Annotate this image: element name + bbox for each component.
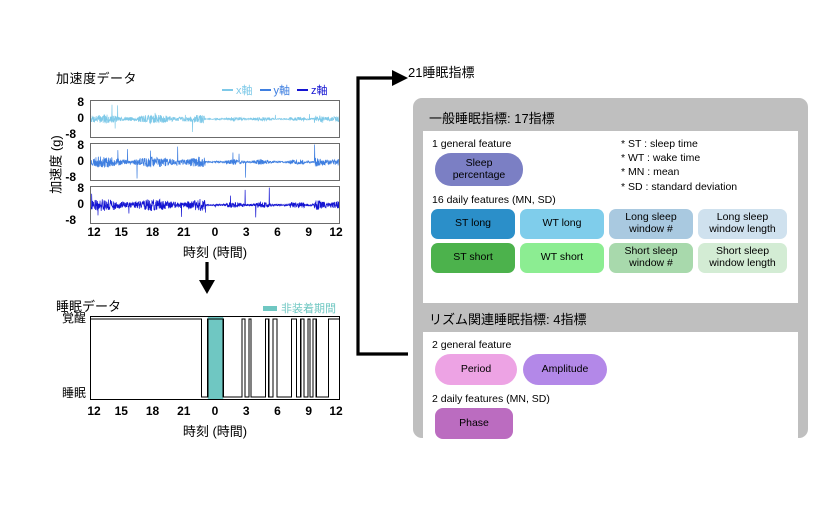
x-tick-15-1: 15 [114,225,128,239]
acceleration-chart-title: 加速度データ [56,71,138,86]
rhythm-daily-features: Phase [435,408,790,439]
x-tick-3-5: 3 [242,404,250,418]
pill-period[interactable]: Period [435,354,517,385]
legend-dash-nonwear [263,305,277,311]
abbreviation-legend: * ST : sleep time * WT : wake time * MN … [621,137,737,194]
sleep-ytick-asleep: 睡眠 [61,386,86,400]
x-tick-3-5: 3 [242,225,250,239]
sleep-plot [90,316,340,400]
down-arrow-icon [196,262,218,301]
pill-long-sleep-window-length[interactable]: Long sleep window length [698,209,787,239]
x-tick-12-0: 12 [87,225,101,239]
accel-y-ytick-mid: 0 [77,154,84,168]
x-tick-18-2: 18 [145,225,160,239]
pill-st-long[interactable]: ST long [431,209,515,239]
accel-z-ytick-bottom: -8 [65,213,76,227]
general-section-heading: 一般睡眠指標: 17指標 [429,111,555,126]
x-tick-12-8: 12 [329,404,343,418]
x-tick-6-6: 6 [274,404,281,418]
indicators-panel: 一般睡眠指標: 17指標 1 general feature Sleep per… [413,98,808,454]
indicators-title: 21睡眠指標 [408,65,475,80]
acceleration-legend: x軸 y軸 z軸 [222,82,328,98]
pill-short-sleep-window-count[interactable]: Short sleep window # [609,243,693,273]
x-tick-9-7: 9 [305,225,313,239]
rhythm-general-feature-label: 2 general feature [432,339,512,351]
legend-label-z-axis: z軸 [311,85,328,97]
abbrev-wt: * WT : wake time [621,152,701,165]
x-tick-9-7: 9 [305,404,313,418]
legend-label-x-axis: x軸 [236,85,253,97]
general-section-body: 1 general feature Sleep percentage * ST … [423,131,798,303]
acceleration-plot-z-axis [90,186,340,224]
pill-phase[interactable]: Phase [435,408,513,439]
x-tick-18-2: 18 [145,404,160,418]
acceleration-x-axis-label: 時刻 (時間) [182,245,248,260]
daily-features-grid: ST long WT long Long sleep window # Long… [431,209,790,273]
pill-st-short[interactable]: ST short [431,243,515,273]
rhythm-general-features: Period Amplitude [435,354,790,385]
legend-entry-y-axis: y軸 [259,82,291,98]
legend-entry-z-axis: z軸 [297,82,328,98]
elbow-arrow-icon [352,64,410,369]
pill-sleep-percentage[interactable]: Sleep percentage [435,153,523,186]
rhythm-section-heading: リズム関連睡眠指標: 4指標 [429,312,587,327]
sleep-legend: 非装着期間 [263,300,336,316]
pill-short-sleep-window-length[interactable]: Short sleep window length [698,243,787,273]
x-tick-12-8: 12 [329,225,343,239]
daily-features-label: 16 daily features (MN, SD) [432,194,556,206]
figure-root: 加速度データ x軸 y軸 z軸 加速度 (g) 8 0 -8 8 0 -8 8 … [0,0,825,510]
abbrev-st: * ST : sleep time [621,138,698,150]
legend-label-nonwear: 非装着期間 [281,303,336,315]
legend-dash-z-axis [297,89,308,91]
pill-long-sleep-window-count[interactable]: Long sleep window # [609,209,693,239]
accel-y-ytick-top: 8 [77,138,84,152]
x-tick-12-0: 12 [87,404,101,418]
x-tick-21-3: 21 [177,225,191,239]
legend-entry-x-axis: x軸 [222,82,253,98]
pill-wt-short[interactable]: WT short [520,243,604,273]
pill-wt-long[interactable]: WT long [520,209,604,239]
x-tick-0-4: 0 [211,225,219,239]
x-tick-6-6: 6 [274,225,281,239]
acceleration-x-axis-ticks: 12 15 18 21 0 3 6 9 12 [87,225,343,241]
abbrev-sd: * SD : standard deviation [621,180,738,193]
accel-x-ytick-mid: 0 [77,111,84,125]
rhythm-section-body: 2 general feature Period Amplitude 2 dai… [423,332,798,454]
acceleration-plot-y-axis [90,143,340,181]
sleep-ytick-awake: 覚醒 [61,311,86,325]
sleep-x-axis-label: 時刻 (時間) [182,424,248,439]
abbrev-mn: * MN : mean [621,166,680,179]
accel-z-ytick-top: 8 [77,181,84,195]
sleep-x-axis-ticks: 12 15 18 21 0 3 6 9 12 [87,404,343,420]
acceleration-plot-x-axis [90,100,340,138]
rhythm-daily-feature-label: 2 daily features (MN, SD) [432,393,550,405]
legend-dash-y-axis [259,89,271,91]
accel-z-ytick-mid: 0 [77,197,84,211]
x-tick-0-4: 0 [211,404,219,418]
x-tick-15-1: 15 [114,404,128,418]
accel-x-ytick-top: 8 [77,95,84,109]
legend-dash-x-axis [222,89,233,91]
pill-amplitude[interactable]: Amplitude [523,354,607,385]
legend-label-y-axis: y軸 [273,85,291,97]
x-tick-21-3: 21 [177,404,191,418]
